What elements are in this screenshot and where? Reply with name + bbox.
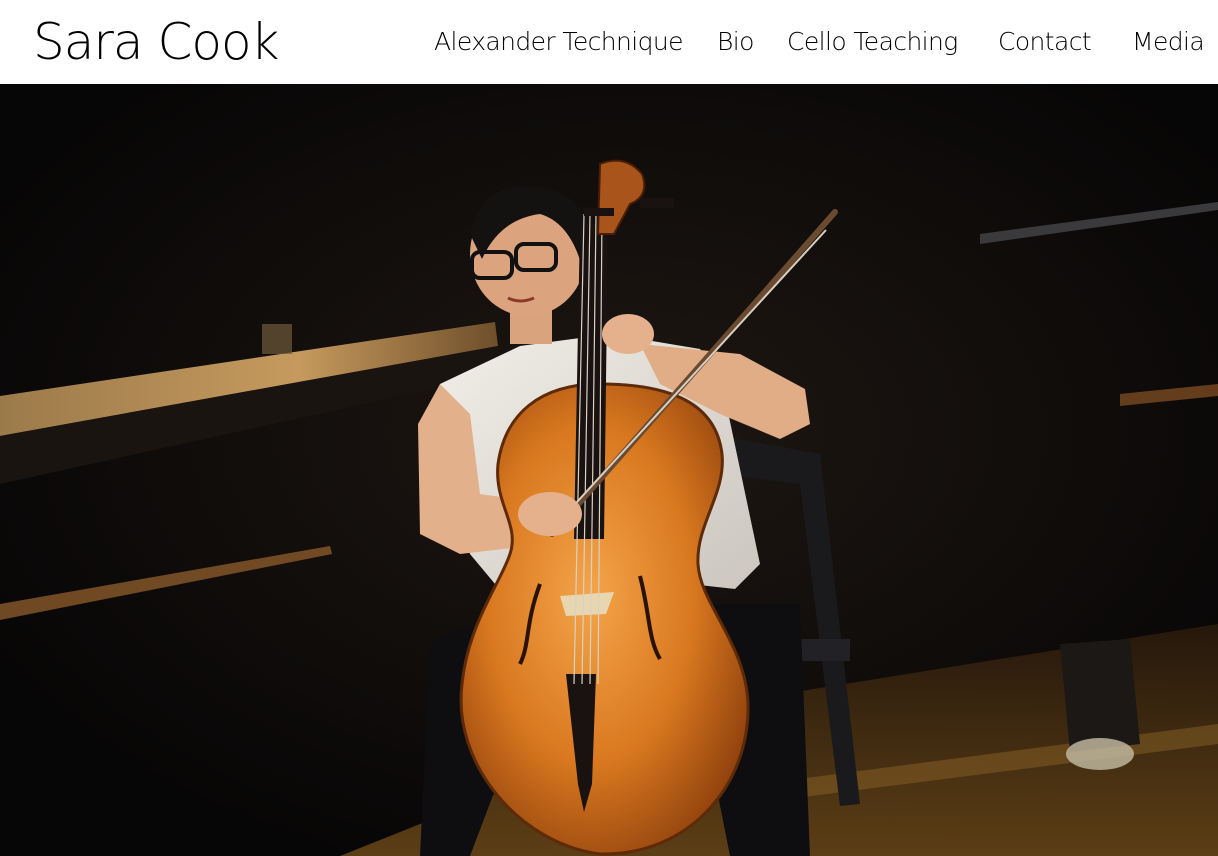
site-title[interactable]: Sara Cook <box>33 9 280 75</box>
hero-image <box>0 84 1218 856</box>
nav-item-bio[interactable]: Bio <box>717 24 754 60</box>
site-header: Sara Cook Alexander Technique Bio Cello … <box>0 0 1218 84</box>
nav-item-cello-teaching[interactable]: Cello Teaching <box>787 24 958 60</box>
nav-item-alexander-technique[interactable]: Alexander Technique <box>434 24 684 60</box>
cellist-photo <box>0 84 1218 856</box>
main-nav: Alexander Technique Bio Cello Teaching C… <box>432 24 1218 60</box>
nav-item-media[interactable]: Media <box>1132 24 1205 60</box>
nav-item-contact[interactable]: Contact <box>998 24 1092 60</box>
